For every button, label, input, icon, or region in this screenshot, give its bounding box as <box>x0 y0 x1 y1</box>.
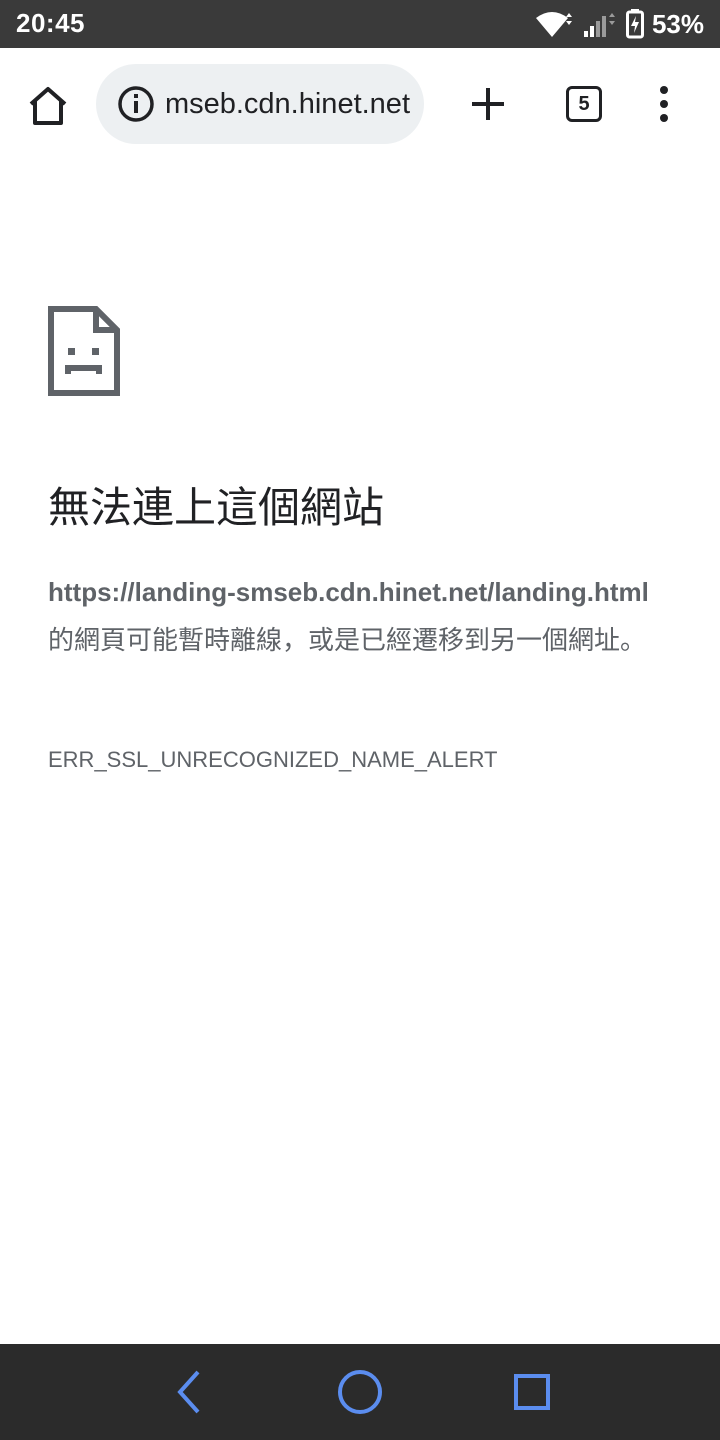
navigation-bar <box>0 1344 720 1440</box>
tab-switcher-button[interactable]: 5 <box>562 82 606 126</box>
error-message: 的網頁可能暫時離線，或是已經遷移到另一個網址。 <box>48 625 647 655</box>
back-icon <box>166 1370 214 1420</box>
info-icon[interactable] <box>116 84 156 124</box>
browser-toolbar: smseb.cdn.hinet.net 5 <box>0 48 720 160</box>
signal-icon <box>582 9 618 39</box>
plus-icon <box>466 88 510 130</box>
home-nav-button[interactable] <box>336 1368 384 1416</box>
recents-button[interactable] <box>508 1368 556 1416</box>
status-time: 20:45 <box>16 8 85 38</box>
more-vert-icon <box>648 86 680 132</box>
recents-icon <box>508 1374 556 1420</box>
omnibox[interactable]: smseb.cdn.hinet.net <box>96 64 424 144</box>
battery-percent: 53% <box>651 8 704 39</box>
tab-count: 5 <box>566 86 602 122</box>
error-code: ERR_SSL_UNRECOGNIZED_NAME_ALERT <box>48 747 498 772</box>
error-url: https://landing-smseb.cdn.hinet.net/land… <box>48 577 649 607</box>
battery-charging-icon <box>625 9 644 39</box>
more-menu-button[interactable] <box>648 84 680 128</box>
home-circle-icon <box>336 1370 384 1420</box>
status-bar: 20:45 53% <box>0 0 720 48</box>
url-text[interactable]: smseb.cdn.hinet.net <box>166 86 410 126</box>
wifi-icon <box>534 9 574 39</box>
sad-page-icon <box>48 306 120 396</box>
status-icons: 53% <box>534 8 704 40</box>
home-button[interactable] <box>24 82 72 130</box>
new-tab-button[interactable] <box>466 82 510 126</box>
back-button[interactable] <box>166 1368 214 1416</box>
error-description: https://landing-smseb.cdn.hinet.net/land… <box>48 568 668 664</box>
home-icon <box>24 87 72 134</box>
error-title: 無法連上這個網站 <box>48 484 385 531</box>
